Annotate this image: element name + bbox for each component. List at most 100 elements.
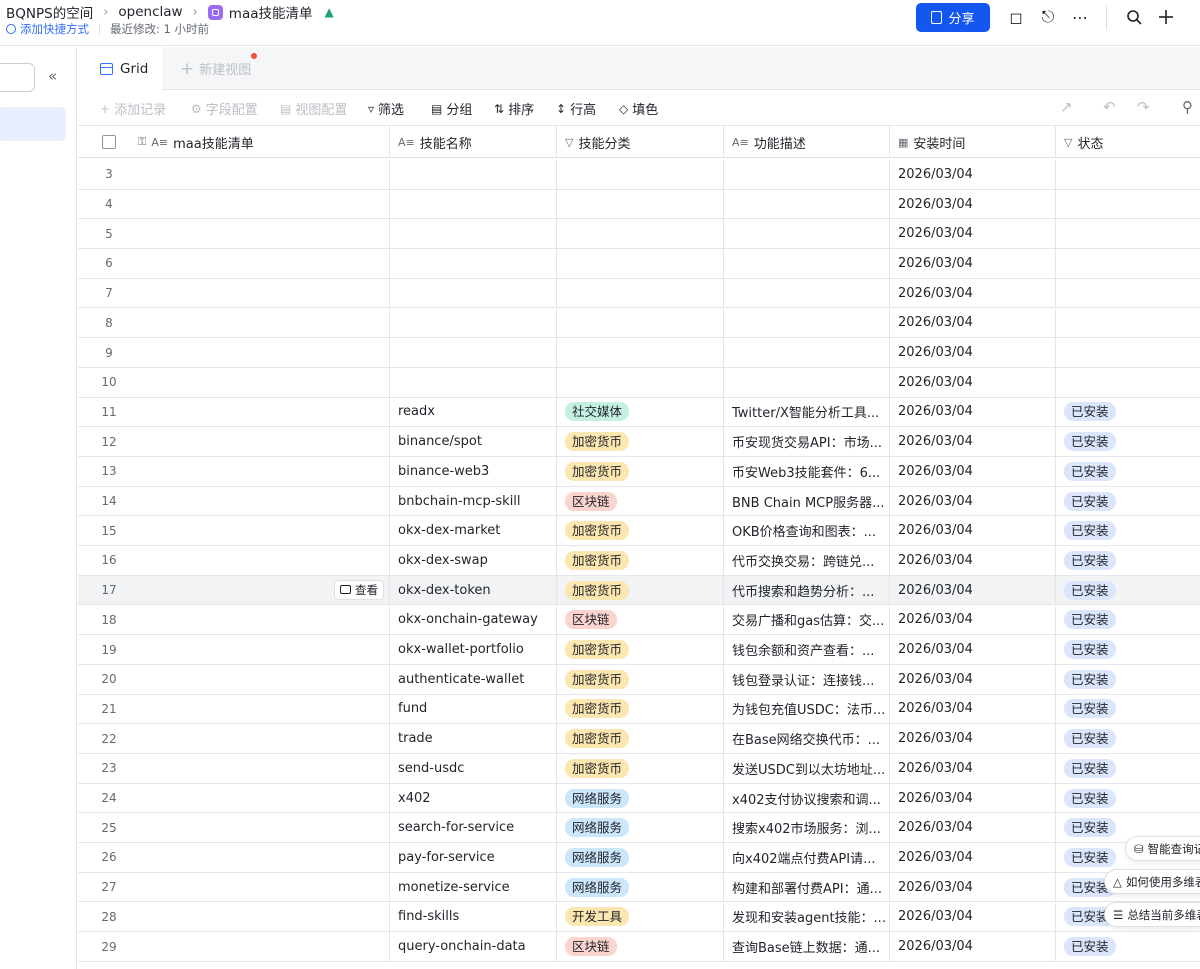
add-record-button[interactable]: + 添加记录	[100, 99, 166, 119]
status-cell[interactable]: 已安装	[1056, 487, 1200, 516]
primary-cell[interactable]: 12	[78, 427, 390, 456]
description-cell[interactable]: OKB价格查询和图表：...	[724, 516, 890, 546]
description-cell[interactable]: 代币搜索和趋势分析：...	[724, 575, 890, 605]
install-time-cell[interactable]: 2026/03/04	[890, 843, 1056, 872]
install-time-cell[interactable]: 2026/03/04	[890, 546, 1056, 575]
skill-name-cell[interactable]	[390, 160, 557, 189]
skill-name-cell[interactable]: query-onchain-data	[390, 932, 557, 961]
category-cell[interactable]: 加密货币	[557, 516, 724, 546]
select-all-checkbox[interactable]	[102, 135, 116, 149]
category-cell[interactable]: 网络服务	[557, 843, 724, 872]
status-cell[interactable]: 已安装	[1056, 606, 1200, 635]
add-shortcut-link[interactable]: 添加快捷方式	[6, 21, 89, 37]
status-cell[interactable]	[1056, 160, 1200, 189]
status-cell[interactable]: 已安装	[1056, 932, 1200, 961]
install-time-cell[interactable]: 2026/03/04	[890, 902, 1056, 932]
category-cell[interactable]: 加密货币	[557, 724, 724, 753]
primary-cell[interactable]: 8	[78, 308, 390, 338]
category-cell[interactable]: 网络服务	[557, 872, 724, 902]
skill-name-cell[interactable]	[390, 367, 557, 397]
category-cell[interactable]: 加密货币	[557, 664, 724, 694]
skill-name-cell[interactable]: authenticate-wallet	[390, 664, 557, 694]
description-cell[interactable]: 查询Base链上数据：通...	[724, 932, 890, 961]
skill-name-cell[interactable]	[390, 278, 557, 308]
category-cell[interactable]	[557, 278, 724, 308]
row-height-button[interactable]: ↕ 行高	[556, 99, 596, 119]
primary-cell[interactable]: 19	[78, 635, 390, 664]
description-cell[interactable]: 发现和安装agent技能：...	[724, 902, 890, 932]
table-row[interactable]: 21 fund 加密货币 为钱包充值USDC：法币... 2026/03/04 已安装	[78, 694, 1200, 725]
table-row[interactable]: 15 okx-dex-market 加密货币 OKB价格查询和图表：... 2026/0…	[78, 516, 1200, 547]
install-time-cell[interactable]: 2026/03/04	[890, 189, 1056, 219]
skill-name-cell[interactable]: readx	[390, 397, 557, 427]
primary-cell[interactable]: 5	[78, 219, 390, 249]
table-row[interactable]: 4 2026/03/04	[78, 189, 1200, 220]
primary-cell[interactable]: 14	[78, 486, 390, 516]
install-time-cell[interactable]: 2026/03/04	[890, 754, 1056, 783]
description-cell[interactable]: 为钱包充值USDC：法币...	[724, 694, 890, 724]
description-cell[interactable]	[724, 367, 890, 397]
primary-cell[interactable]: 6	[78, 249, 390, 278]
install-time-cell[interactable]: 2026/03/04	[890, 457, 1056, 486]
column-header-primary[interactable]: ⚿ A≡ maa技能清单	[78, 126, 390, 158]
pin-icon[interactable]: ▲	[325, 5, 334, 19]
category-cell[interactable]: 加密货币	[557, 635, 724, 664]
summarize-chip[interactable]: ☰ 总结当前多维表	[1104, 902, 1200, 927]
description-cell[interactable]: Twitter/X智能分析工具...	[724, 397, 890, 427]
skill-name-cell[interactable]: trade	[390, 724, 557, 753]
category-cell[interactable]	[557, 219, 724, 249]
category-cell[interactable]: 区块链	[557, 605, 724, 635]
status-cell[interactable]	[1056, 368, 1200, 397]
table-row[interactable]: 3 2026/03/04	[78, 160, 1200, 190]
status-cell[interactable]: 已安装	[1056, 427, 1200, 456]
view-config-button[interactable]: ▤ 视图配置	[280, 99, 347, 119]
install-time-cell[interactable]: 2026/03/04	[890, 219, 1056, 249]
new-view-button[interactable]: + 新建视图	[180, 59, 251, 78]
bell-icon[interactable]: ⎋	[1038, 7, 1058, 27]
table-row[interactable]: 25 search-for-service 网络服务 搜索x402市场服务：浏... 2…	[78, 813, 1200, 844]
status-cell[interactable]	[1056, 190, 1200, 219]
status-cell[interactable]: 已安装	[1056, 576, 1200, 605]
category-cell[interactable]: 加密货币	[557, 575, 724, 605]
category-cell[interactable]: 区块链	[557, 486, 724, 516]
category-cell[interactable]	[557, 249, 724, 278]
category-cell[interactable]: 加密货币	[557, 427, 724, 456]
primary-cell[interactable]: 16	[78, 546, 390, 575]
install-time-cell[interactable]: 2026/03/04	[890, 427, 1056, 456]
skill-name-cell[interactable]: okx-dex-token	[390, 575, 557, 605]
primary-cell[interactable]: 27	[78, 872, 390, 902]
field-config-button[interactable]: ⚙ 字段配置	[191, 99, 258, 119]
skill-name-cell[interactable]: okx-onchain-gateway	[390, 605, 557, 635]
sidebar-search-input[interactable]	[0, 63, 35, 92]
skill-name-cell[interactable]: search-for-service	[390, 813, 557, 843]
primary-cell[interactable]: 26	[78, 843, 390, 872]
description-cell[interactable]: 钱包登录认证：连接钱...	[724, 664, 890, 694]
install-time-cell[interactable]: 2026/03/04	[890, 932, 1056, 961]
skill-name-cell[interactable]: bnbchain-mcp-skill	[390, 486, 557, 516]
redo-icon[interactable]: ↷	[1137, 98, 1150, 116]
table-row[interactable]: 24 x402 网络服务 x402支付协议搜索和调... 2026/03/04 已安装	[78, 783, 1200, 814]
more-icon[interactable]: ⋯	[1070, 7, 1090, 27]
status-cell[interactable]	[1056, 309, 1200, 338]
description-cell[interactable]: 代币交换交易：跨链兑...	[724, 546, 890, 575]
description-cell[interactable]: 交易广播和gas估算：交...	[724, 605, 890, 635]
category-cell[interactable]	[557, 160, 724, 189]
category-cell[interactable]	[557, 189, 724, 219]
primary-cell[interactable]: 4	[78, 189, 390, 219]
share-button[interactable]: 分享	[916, 3, 990, 32]
status-cell[interactable]: 已安装	[1056, 457, 1200, 486]
add-icon[interactable]	[1156, 7, 1176, 27]
breadcrumb-space[interactable]: BQNPS的空间	[6, 2, 93, 22]
group-button[interactable]: ▤ 分组	[431, 99, 472, 119]
primary-cell[interactable]: 13	[78, 457, 390, 486]
install-time-cell[interactable]: 2026/03/04	[890, 724, 1056, 753]
skill-name-cell[interactable]	[390, 338, 557, 367]
column-header-skill-name[interactable]: A≡ 技能名称	[390, 126, 557, 158]
description-cell[interactable]	[724, 249, 890, 278]
category-cell[interactable]: 加密货币	[557, 546, 724, 575]
skill-name-cell[interactable]	[390, 249, 557, 278]
status-cell[interactable]: 已安装	[1056, 695, 1200, 724]
category-cell[interactable]: 加密货币	[557, 457, 724, 486]
install-time-cell[interactable]: 2026/03/04	[890, 160, 1056, 189]
status-cell[interactable]	[1056, 279, 1200, 308]
